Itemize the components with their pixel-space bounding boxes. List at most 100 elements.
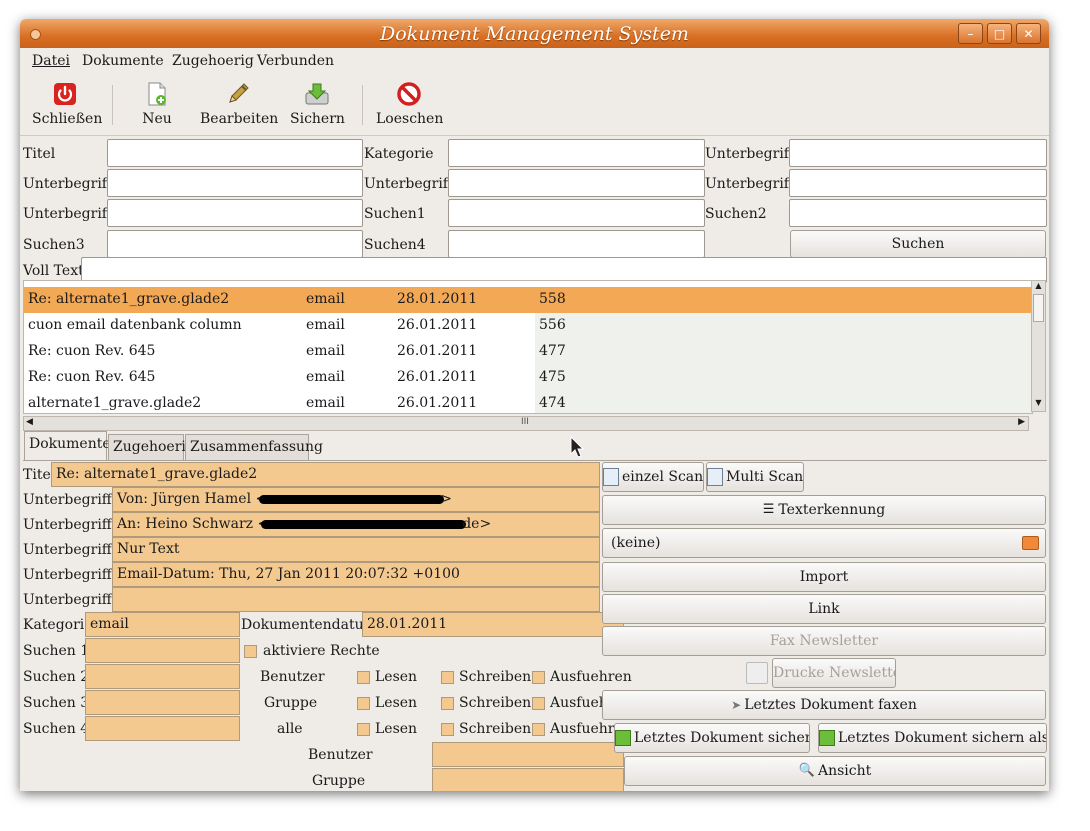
search-unterbegriff3-input[interactable] — [448, 169, 705, 197]
search-unterbegriff5-input[interactable] — [107, 199, 363, 227]
table-row[interactable]: Re: cuon Rev. 645 email 26.01.2011 475 — [24, 365, 1032, 391]
row-id: 556 — [539, 317, 566, 333]
detail-dokumentendatum-field[interactable]: 28.01.2011 — [362, 612, 624, 637]
alle-lesen-checkbox[interactable] — [357, 723, 370, 736]
pencil-icon — [229, 83, 249, 103]
tab-zusammenfassung[interactable]: Zusammenfassung — [185, 434, 323, 460]
scroll-up-icon[interactable]: ▲ — [1033, 281, 1044, 293]
redaction-mark — [259, 494, 445, 504]
link-button[interactable]: Link — [602, 594, 1046, 624]
menu-verbunden[interactable]: Verbunden — [257, 53, 334, 69]
power-icon — [54, 83, 76, 105]
toolbar-separator — [362, 85, 363, 125]
letztes-faxen-label: Letztes Dokument faxen — [744, 697, 917, 713]
row-date: 26.01.2011 — [397, 395, 478, 411]
table-row[interactable]: Re: cuon Rev. 645 email 26.01.2011 477 — [24, 339, 1032, 365]
delete-button-label: Loeschen — [376, 111, 444, 127]
maximize-icon[interactable]: □ — [987, 23, 1012, 44]
search-unterbegriff2-input[interactable] — [107, 169, 363, 197]
detail-ub2-field[interactable]: An: Heino Schwarz < de> — [112, 512, 600, 537]
detail-suchen3-field[interactable] — [85, 690, 240, 715]
file-chooser-button[interactable]: (keine) — [602, 528, 1046, 558]
list-vertical-scrollbar[interactable]: ▲ ▼ — [1031, 280, 1046, 412]
edit-button[interactable]: Bearbeiten — [200, 81, 278, 127]
ansicht-button[interactable]: 🔍 Ansicht — [624, 756, 1046, 786]
benutzer-ausfuehren-checkbox[interactable] — [532, 671, 545, 684]
detail-ub4-field[interactable]: Email-Datum: Thu, 27 Jan 2011 20:07:32 +… — [112, 562, 600, 587]
letztes-faxen-button[interactable]: ➤ Letztes Dokument faxen — [602, 690, 1046, 720]
table-row[interactable]: Re: alternate1_grave.glade2 email 28.01.… — [24, 287, 1032, 313]
row-category: email — [306, 395, 345, 411]
new-button[interactable]: Neu — [138, 81, 176, 127]
search-titel-input[interactable] — [107, 139, 363, 167]
search-kategorie-input[interactable] — [448, 139, 705, 167]
row-date: 26.01.2011 — [397, 343, 478, 359]
detail-suchen1-field[interactable] — [85, 638, 240, 663]
row-title: Re: cuon Rev. 645 — [28, 369, 156, 385]
minimize-icon[interactable]: – — [958, 23, 983, 44]
gruppe-lesen-checkbox[interactable] — [357, 697, 370, 710]
aktiviere-rechte-checkbox[interactable] — [244, 645, 257, 658]
delete-button[interactable]: Loeschen — [376, 81, 444, 127]
multi-scan-button[interactable]: Multi Scan — [706, 462, 804, 492]
detail-titel-field[interactable]: Re: alternate1_grave.glade2 — [51, 462, 600, 487]
texterkennung-button[interactable]: ☰ Texterkennung — [602, 495, 1046, 525]
search-unterbegriff4-input[interactable] — [789, 169, 1047, 197]
rights-row-gruppe: Gruppe — [264, 695, 318, 711]
import-button[interactable]: Import — [602, 562, 1046, 592]
table-row[interactable]: alternate1_grave.glade2 email 26.01.2011… — [24, 391, 1032, 413]
detail-suchen2-field[interactable] — [85, 664, 240, 689]
menu-datei[interactable]: Datei — [32, 53, 70, 69]
search-suchen1-input[interactable] — [448, 199, 705, 227]
scroll-thumb[interactable] — [1033, 294, 1044, 322]
benutzer-schreiben-checkbox[interactable] — [441, 671, 454, 684]
toolbar-separator — [112, 85, 113, 125]
alle-schreiben-checkbox[interactable] — [441, 723, 454, 736]
detail-label-suchen1: Suchen 1 — [23, 643, 90, 659]
search-button[interactable]: Suchen — [790, 230, 1046, 258]
letztes-sichern-als-button[interactable]: Letztes Dokument sichern als ... — [818, 723, 1047, 753]
menu-dokumente[interactable]: Dokumente — [82, 53, 164, 69]
scroll-down-icon[interactable]: ▼ — [1033, 398, 1044, 410]
search-suchen2-input[interactable] — [789, 199, 1047, 227]
list-horizontal-scrollbar[interactable]: ◀ III ▶ — [23, 416, 1029, 431]
scan-icon — [707, 468, 723, 486]
detail-ub5-field[interactable] — [112, 587, 600, 612]
close-icon[interactable]: ✕ — [1016, 23, 1041, 44]
table-row[interactable]: cuon email datenbank column email 26.01.… — [24, 313, 1032, 339]
aktiviere-rechte-label: aktiviere Rechte — [263, 643, 380, 659]
scroll-left-icon[interactable]: ◀ — [26, 417, 33, 427]
detail-suchen4-field[interactable] — [85, 716, 240, 741]
detail-ub3-field[interactable]: Nur Text — [112, 537, 600, 562]
search-unterbegriff1-input[interactable] — [789, 139, 1047, 167]
detail-label-dokumentendatum: Dokumentendatum — [241, 617, 377, 633]
search-suchen4-input[interactable] — [448, 230, 705, 258]
drucke-newsletter-button[interactable]: Drucke Newsletter — [772, 658, 896, 688]
detail-kategorie-field[interactable]: email — [85, 612, 240, 637]
owner-benutzer-field[interactable] — [432, 742, 624, 767]
benutzer-lesen-checkbox[interactable] — [357, 671, 370, 684]
letztes-sichern-button[interactable]: Letztes Dokument sichern — [614, 723, 810, 753]
mouse-pointer-icon — [570, 436, 584, 458]
search-suchen3-input[interactable] — [107, 230, 363, 258]
row-category: email — [306, 369, 345, 385]
detail-label-ub4: Unterbegriff 4 — [23, 567, 126, 583]
search-label-unterbegriff5: Unterbegriff5 — [23, 206, 121, 222]
tab-zugehoerig[interactable]: Zugehoerig — [108, 434, 195, 460]
einzel-scan-button[interactable]: einzel Scan — [602, 462, 704, 492]
tab-dokumente[interactable]: Dokumente — [24, 431, 111, 460]
gruppe-schreiben-checkbox[interactable] — [441, 697, 454, 710]
close-button[interactable]: Schließen — [32, 81, 102, 127]
perm-schreiben-label: Schreiben — [459, 695, 532, 711]
perm-schreiben-label: Schreiben — [459, 721, 532, 737]
detail-ub1-field[interactable]: Von: Jürgen Hamel < > — [112, 487, 600, 512]
search-label-titel: Titel — [23, 146, 56, 162]
owner-gruppe-field[interactable] — [432, 768, 624, 791]
fax-newsletter-button[interactable]: Fax Newsletter — [602, 626, 1046, 656]
save-button[interactable]: Sichern — [290, 81, 345, 127]
scroll-right-icon[interactable]: ▶ — [1018, 417, 1025, 427]
alle-ausfuehren-checkbox[interactable] — [532, 723, 545, 736]
menu-zugehoerig[interactable]: Zugehoerig — [172, 53, 254, 69]
gruppe-ausfuehren-checkbox[interactable] — [532, 697, 545, 710]
rights-row-alle: alle — [277, 721, 303, 737]
